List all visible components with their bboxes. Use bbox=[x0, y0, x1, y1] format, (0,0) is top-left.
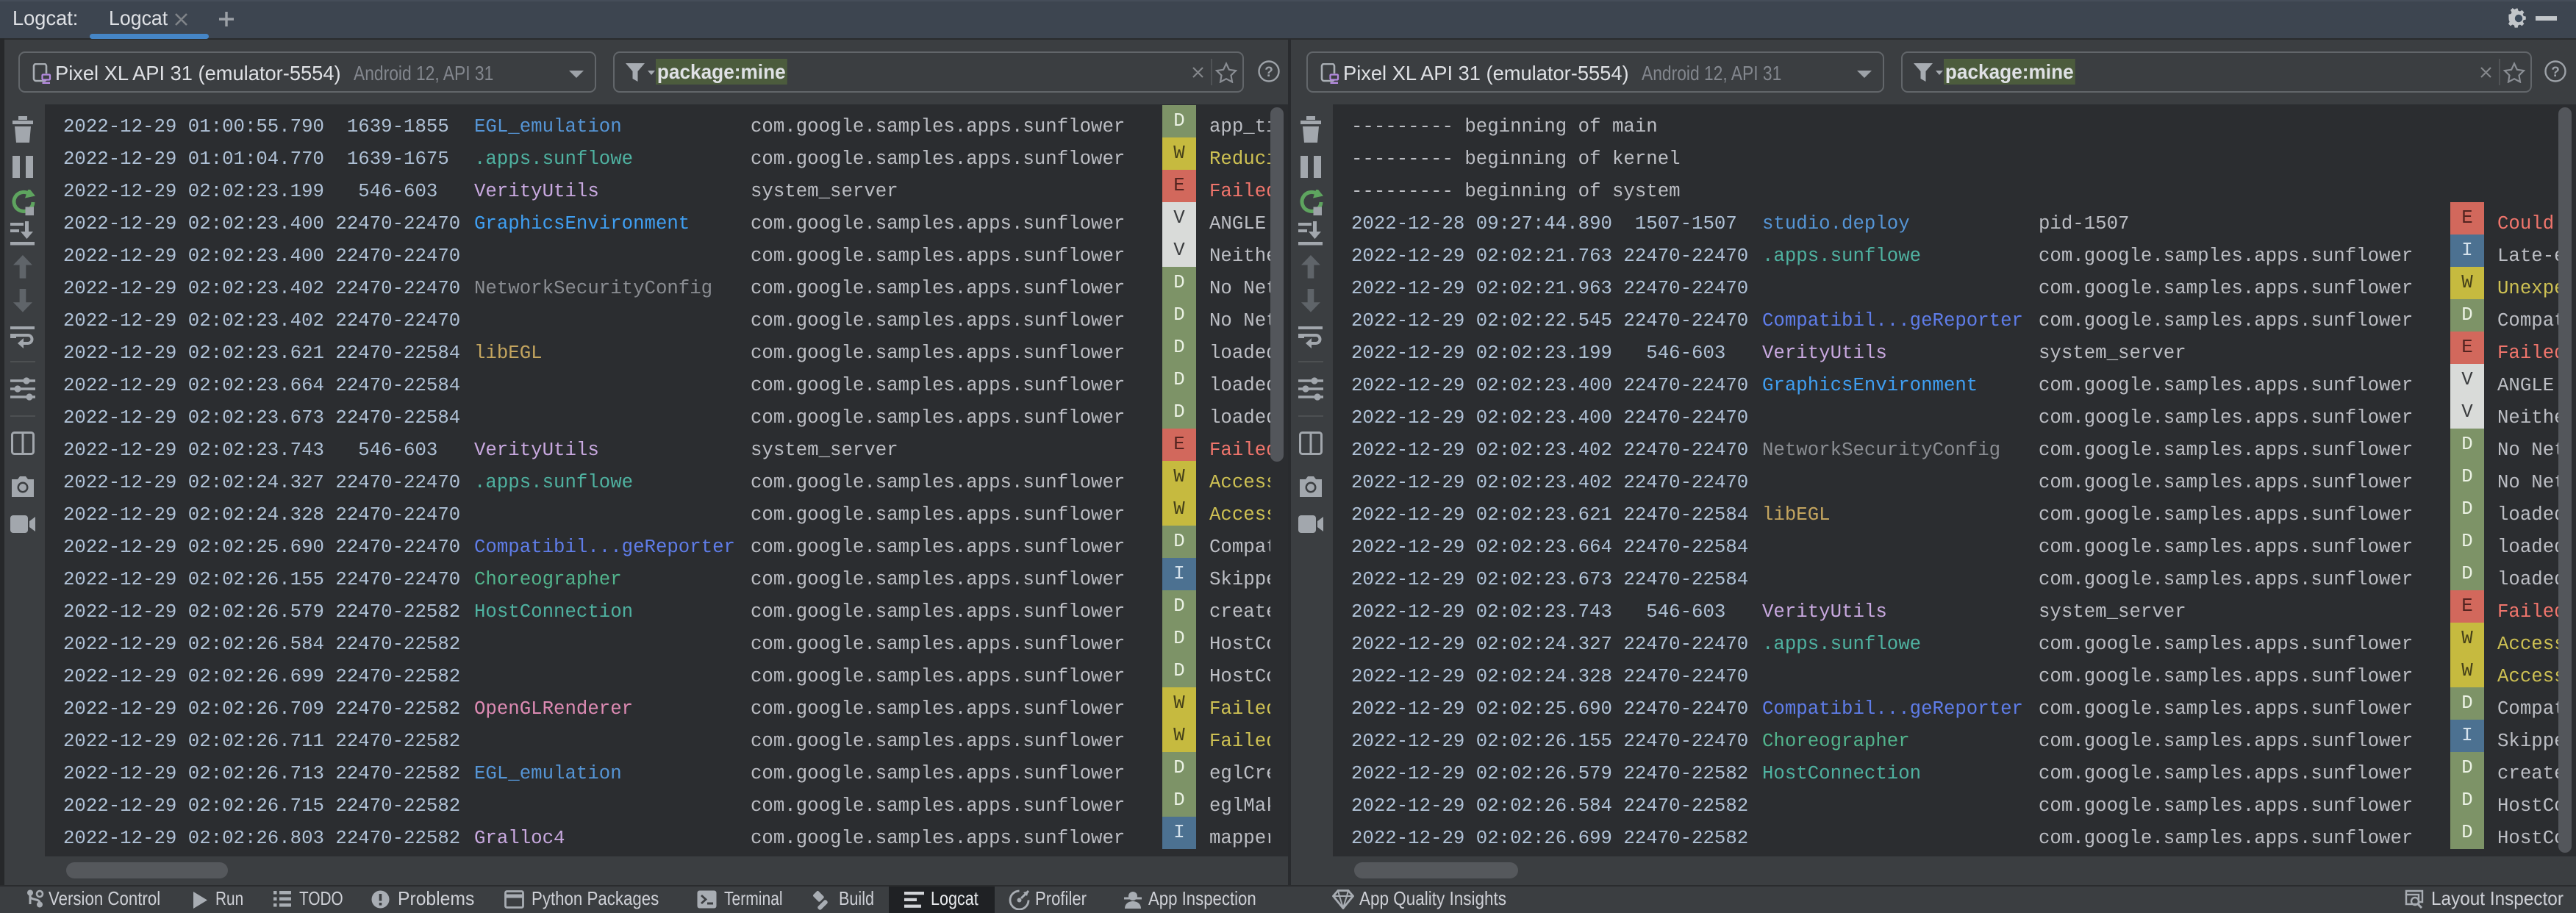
svg-text:?: ? bbox=[1264, 65, 1273, 80]
svg-text:?: ? bbox=[2551, 65, 2560, 80]
